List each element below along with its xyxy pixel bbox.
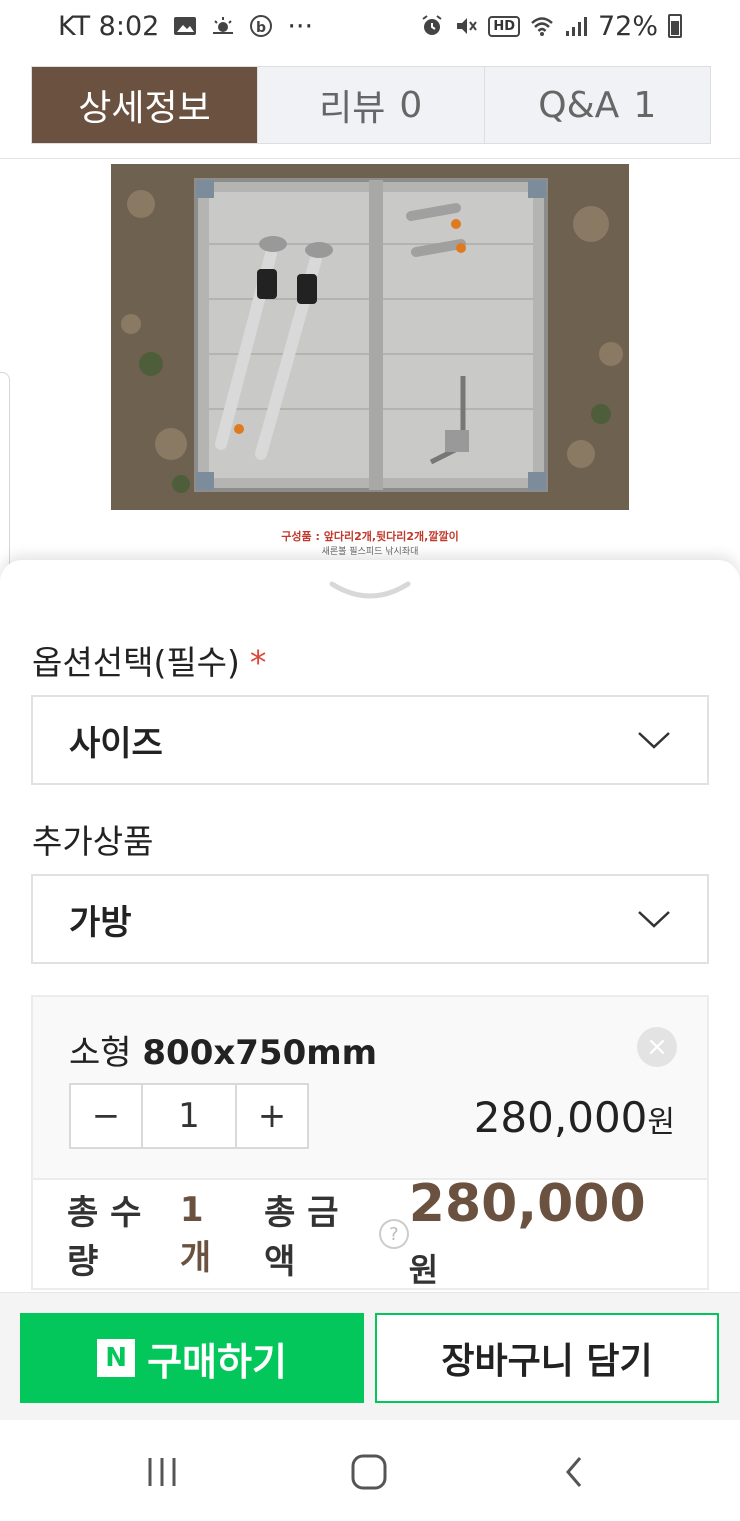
mute-icon (457, 18, 478, 34)
back-icon[interactable] (556, 1454, 596, 1490)
option-price-currency: 원 (647, 1105, 675, 1140)
option-label: 옵션선택(필수) * (32, 636, 266, 684)
home-icon[interactable] (349, 1454, 389, 1490)
battery-level: 72% (597, 10, 658, 42)
total-summary: 총 수량 1개 총 금액 ? 280,000 원 (31, 1174, 709, 1290)
help-icon[interactable]: ? (378, 1219, 409, 1249)
decrease-button[interactable]: − (71, 1085, 141, 1147)
selected-option-name: 소형 800x750mm (69, 1025, 377, 1074)
tab-reviews-label: 리뷰 (319, 88, 386, 129)
gallery-icon (174, 17, 197, 35)
tabs-divider (0, 158, 740, 159)
buy-button-label: 구매하기 (147, 1339, 287, 1384)
status-bar: KT 8:02 b ··· HD 72% (0, 0, 740, 52)
remove-option-button[interactable]: × (637, 1027, 677, 1067)
total-amount-currency: 원 (408, 1251, 439, 1289)
selected-option-item: 소형 800x750mm × − 1 + 280,000원 (31, 995, 709, 1180)
total-amount-label: 총 금액 (264, 1193, 339, 1282)
total-amount: 280,000 원 (409, 1174, 673, 1294)
carrier-time: KT 8:02 (58, 10, 160, 42)
system-navigation-bar (0, 1420, 740, 1521)
option-name-spec: 800x750mm (142, 1033, 378, 1073)
weather-icon (213, 17, 234, 34)
required-mark: * (249, 643, 267, 682)
image-caption-components: 구성품 : 앞다리2개,뒷다리2개,깔깔이 (281, 530, 459, 543)
product-photo (111, 164, 629, 510)
b-app-icon: b (250, 15, 273, 37)
chevron-down-icon (638, 732, 670, 749)
alarm-icon (422, 15, 442, 35)
action-bar: N 구매하기 장바구니 담기 (0, 1292, 740, 1420)
option-label-text: 옵션선택(필수) (32, 643, 240, 682)
recent-apps-icon[interactable] (142, 1454, 182, 1490)
detail-tabs: 상세정보 리뷰 0 Q&A 1 (31, 66, 711, 144)
hd-icon: HD (488, 15, 520, 37)
chevron-down-icon (638, 911, 670, 928)
image-caption-product: 새론볼 필스피드 낚시좌대 (321, 547, 419, 557)
wifi-icon (531, 17, 553, 36)
battery-icon (668, 14, 682, 38)
option-price: 280,000원 (474, 1093, 675, 1142)
addon-select-value: 가방 (69, 902, 132, 943)
quantity-value[interactable]: 1 (141, 1085, 237, 1147)
total-qty-label: 총 수량 (67, 1193, 142, 1282)
add-to-cart-button[interactable]: 장바구니 담기 (375, 1313, 719, 1403)
quantity-stepper: − 1 + (69, 1083, 309, 1149)
tab-details-label: 상세정보 (78, 88, 211, 129)
more-notifications: ··· (287, 10, 314, 42)
option-price-value: 280,000 (473, 1093, 648, 1142)
svg-text:b: b (256, 20, 266, 36)
addon-select[interactable]: 가방 (31, 874, 709, 964)
option-name-prefix: 소형 (69, 1033, 132, 1073)
buy-button[interactable]: N 구매하기 (20, 1313, 364, 1403)
addon-label: 추가상품 (32, 822, 154, 861)
tab-qna-label: Q&A (538, 84, 620, 126)
size-select[interactable]: 사이즈 (31, 695, 709, 785)
cart-button-label: 장바구니 담기 (441, 1341, 653, 1382)
tab-qna[interactable]: Q&A 1 (485, 67, 711, 143)
size-select-value: 사이즈 (69, 723, 163, 764)
tab-reviews-count: 0 (399, 84, 423, 126)
tab-qna-count: 1 (633, 84, 657, 126)
side-edge-panel-handle[interactable] (0, 372, 10, 592)
naver-pay-icon: N (97, 1339, 136, 1377)
signal-icon (565, 17, 587, 36)
collapse-handle-icon[interactable] (328, 578, 412, 604)
tab-details[interactable]: 상세정보 (32, 67, 258, 143)
increase-button[interactable]: + (237, 1085, 307, 1147)
total-qty-value: 1개 (179, 1189, 212, 1278)
total-amount-value: 280,000 (408, 1174, 646, 1234)
tab-reviews[interactable]: 리뷰 0 (258, 67, 485, 143)
